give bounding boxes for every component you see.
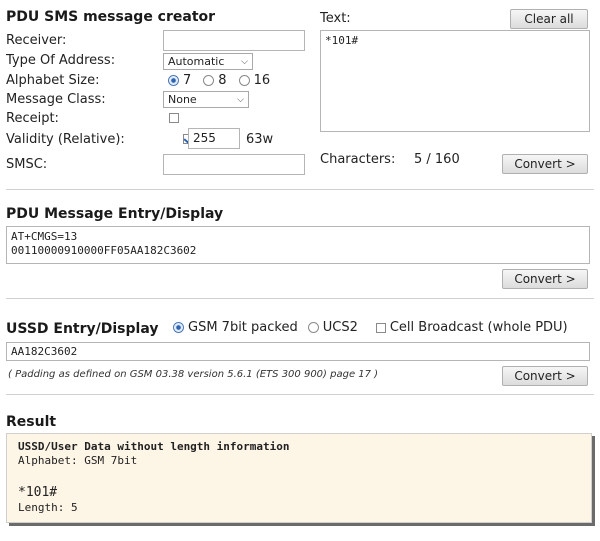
receipt-checkbox[interactable]	[169, 113, 179, 123]
cell-broadcast-label: Cell Broadcast (whole PDU)	[389, 320, 568, 335]
validity-unit: 63w	[246, 132, 274, 147]
result-heading: USSD/User Data without length informatio…	[18, 440, 290, 453]
result-decoded-text: *101#	[18, 485, 58, 500]
cell-broadcast-checkbox[interactable]	[375, 322, 386, 333]
ussd-convert-button[interactable]: Convert >	[502, 366, 588, 386]
result-length: Length: 5	[18, 501, 78, 514]
chevron-down-icon: ⌵	[241, 56, 248, 67]
alphabet-size-label: Alphabet Size:	[6, 73, 100, 88]
pdu-line-data: 00110000910000FF05AA182C3602	[11, 244, 197, 257]
type-of-address-value: Automatic	[168, 55, 225, 68]
sms-section-title: PDU SMS message creator	[6, 9, 216, 25]
gsm-7bit-label: GSM 7bit packed	[188, 320, 298, 335]
receiver-input[interactable]	[163, 30, 305, 51]
alphabet-size-group: 7 8 16	[168, 73, 270, 88]
clear-all-button[interactable]: Clear all	[510, 9, 588, 29]
message-class-value: None	[168, 93, 197, 106]
sms-convert-button[interactable]: Convert >	[502, 154, 588, 174]
chevron-down-icon: ⌵	[237, 94, 244, 105]
ucs2-label: UCS2	[322, 320, 358, 335]
validity-label: Validity (Relative):	[6, 132, 125, 147]
pdu-section-title: PDU Message Entry/Display	[6, 206, 224, 222]
ucs2-radio[interactable]	[307, 322, 319, 333]
alphabet-7-radio[interactable]	[168, 75, 179, 86]
alphabet-7-label: 7	[183, 73, 192, 88]
result-panel: USSD/User Data without length informatio…	[6, 433, 592, 523]
smsc-label: SMSC:	[6, 157, 48, 172]
type-of-address-select[interactable]: Automatic ⌵	[163, 53, 253, 70]
ussd-section-title: USSD Entry/Display	[6, 321, 159, 337]
type-of-address-label: Type Of Address:	[6, 53, 116, 68]
ussd-encoding-group: GSM 7bit packed UCS2 Cell Broadcast (who…	[173, 320, 568, 335]
ussd-input[interactable]: AA182C3602	[6, 342, 590, 361]
alphabet-16-radio[interactable]	[238, 75, 250, 86]
validity-input[interactable]: 255	[188, 128, 240, 149]
characters-count: 5 / 160	[414, 152, 460, 167]
pdu-textarea[interactable]: AT+CMGS=13 00110000910000FF05AA182C3602	[6, 226, 590, 264]
result-section-title: Result	[6, 414, 57, 430]
divider	[6, 298, 594, 299]
smsc-input[interactable]	[163, 154, 305, 175]
message-class-select[interactable]: None ⌵	[163, 91, 249, 108]
gsm-7bit-radio[interactable]	[173, 322, 184, 333]
alphabet-8-label: 8	[218, 73, 227, 88]
pdu-line-command: AT+CMGS=13	[11, 230, 78, 243]
text-label: Text:	[320, 11, 351, 26]
message-class-label: Message Class:	[6, 92, 106, 107]
characters-label: Characters:	[320, 152, 396, 167]
text-message-input[interactable]: *101#	[320, 30, 590, 132]
divider	[6, 394, 594, 395]
pdu-convert-button[interactable]: Convert >	[502, 269, 588, 289]
ussd-padding-note: ( Padding as defined on GSM 03.38 versio…	[8, 369, 379, 380]
alphabet-16-label: 16	[253, 73, 271, 88]
result-alphabet: Alphabet: GSM 7bit	[18, 454, 138, 467]
receipt-label: Receipt:	[6, 111, 59, 126]
divider	[6, 189, 594, 190]
alphabet-8-radio[interactable]	[203, 75, 215, 86]
receiver-label: Receiver:	[6, 33, 67, 48]
